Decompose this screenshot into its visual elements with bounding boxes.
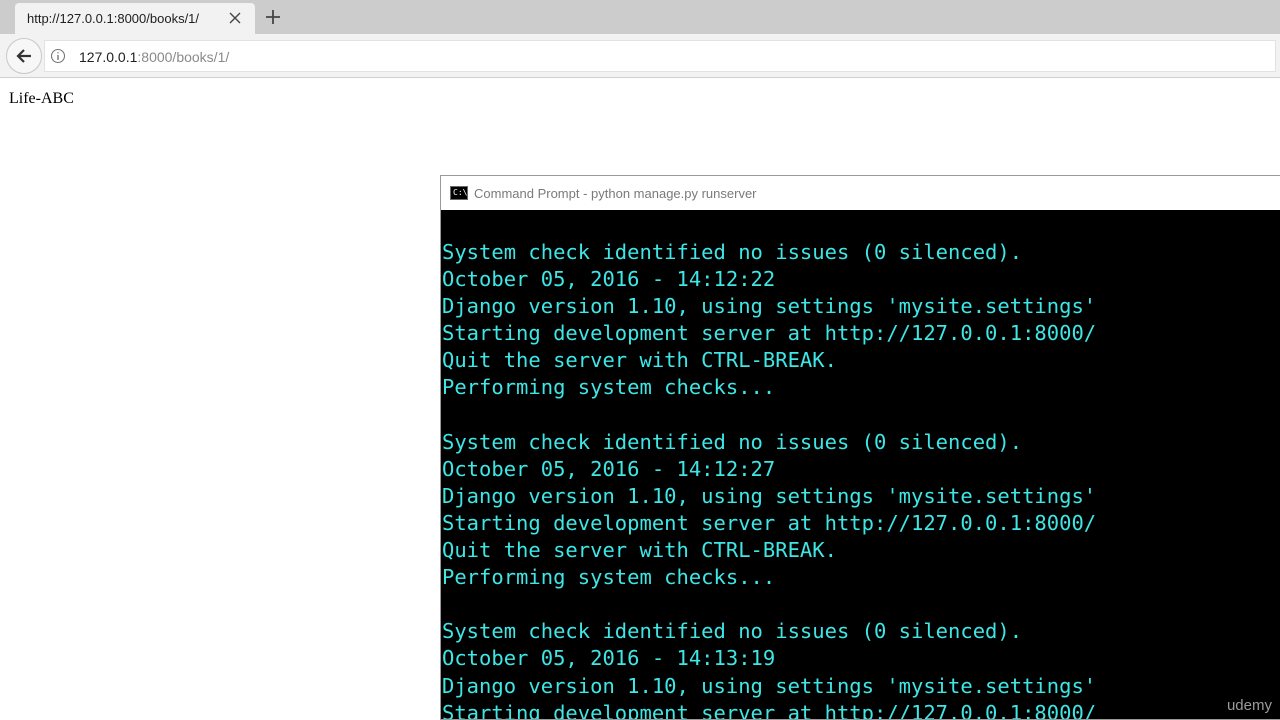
console-line: October 05, 2016 - 14:12:27 bbox=[442, 456, 776, 481]
console-line: Quit the server with CTRL-BREAK. bbox=[442, 538, 837, 563]
info-icon[interactable] bbox=[50, 48, 66, 64]
tab-strip: http://127.0.0.1:8000/books/1/ bbox=[0, 0, 1280, 34]
console-line: System check identified no issues (0 sil… bbox=[442, 240, 1023, 264]
console-line: October 05, 2016 - 14:13:19 bbox=[442, 646, 776, 671]
console-line: Django version 1.10, using settings 'mys… bbox=[442, 294, 1097, 319]
plus-icon[interactable] bbox=[264, 8, 282, 26]
console-titlebar[interactable]: C:\ Command Prompt - python manage.py ru… bbox=[441, 176, 1280, 210]
console-line: System check identified no issues (0 sil… bbox=[442, 429, 1023, 454]
command-prompt-window[interactable]: C:\ Command Prompt - python manage.py ru… bbox=[440, 175, 1280, 720]
back-button[interactable] bbox=[6, 38, 42, 74]
url-host: 127.0.0.1 bbox=[79, 49, 138, 65]
close-icon[interactable] bbox=[227, 10, 243, 26]
console-line: Starting development server at http://12… bbox=[442, 321, 1097, 346]
console-line: Starting development server at http://12… bbox=[442, 510, 1097, 535]
address-bar[interactable]: 127.0.0.1:8000/books/1/ bbox=[44, 40, 1276, 72]
watermark: udemy bbox=[1226, 697, 1272, 714]
url-text: 127.0.0.1:8000/books/1/ bbox=[79, 49, 229, 65]
console-line: Performing system checks... bbox=[442, 375, 776, 400]
back-arrow-icon bbox=[16, 49, 31, 63]
console-line: Starting development server at http://12… bbox=[442, 700, 1097, 720]
console-line: October 05, 2016 - 14:12:22 bbox=[442, 267, 776, 292]
url-path: :8000/books/1/ bbox=[137, 49, 230, 65]
console-line: Django version 1.10, using settings 'mys… bbox=[442, 673, 1097, 698]
console-output: System check identified no issues (0 sil… bbox=[441, 239, 1280, 720]
browser-toolbar: 127.0.0.1:8000/books/1/ bbox=[0, 34, 1280, 78]
console-line: Performing system checks... bbox=[442, 565, 776, 590]
console-line: System check identified no issues (0 sil… bbox=[442, 619, 1023, 644]
browser-tab[interactable]: http://127.0.0.1:8000/books/1/ bbox=[15, 3, 255, 34]
console-line: Quit the server with CTRL-BREAK. bbox=[442, 348, 837, 373]
page-body-text: Life-ABC bbox=[9, 90, 74, 107]
cmd-icon-label: C:\ bbox=[453, 188, 468, 197]
cmd-icon: C:\ bbox=[450, 186, 468, 200]
tab-title: http://127.0.0.1:8000/books/1/ bbox=[27, 11, 200, 26]
console-title: Command Prompt - python manage.py runser… bbox=[474, 186, 757, 201]
console-line: Django version 1.10, using settings 'mys… bbox=[442, 483, 1097, 508]
